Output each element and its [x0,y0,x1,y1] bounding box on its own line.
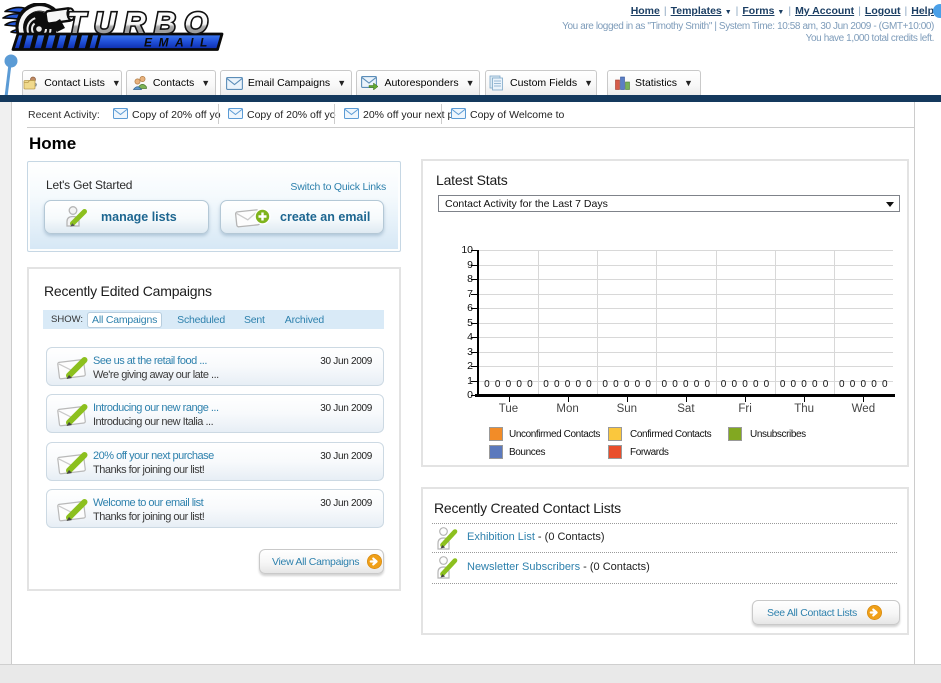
svg-text:TURBO: TURBO [67,7,216,40]
